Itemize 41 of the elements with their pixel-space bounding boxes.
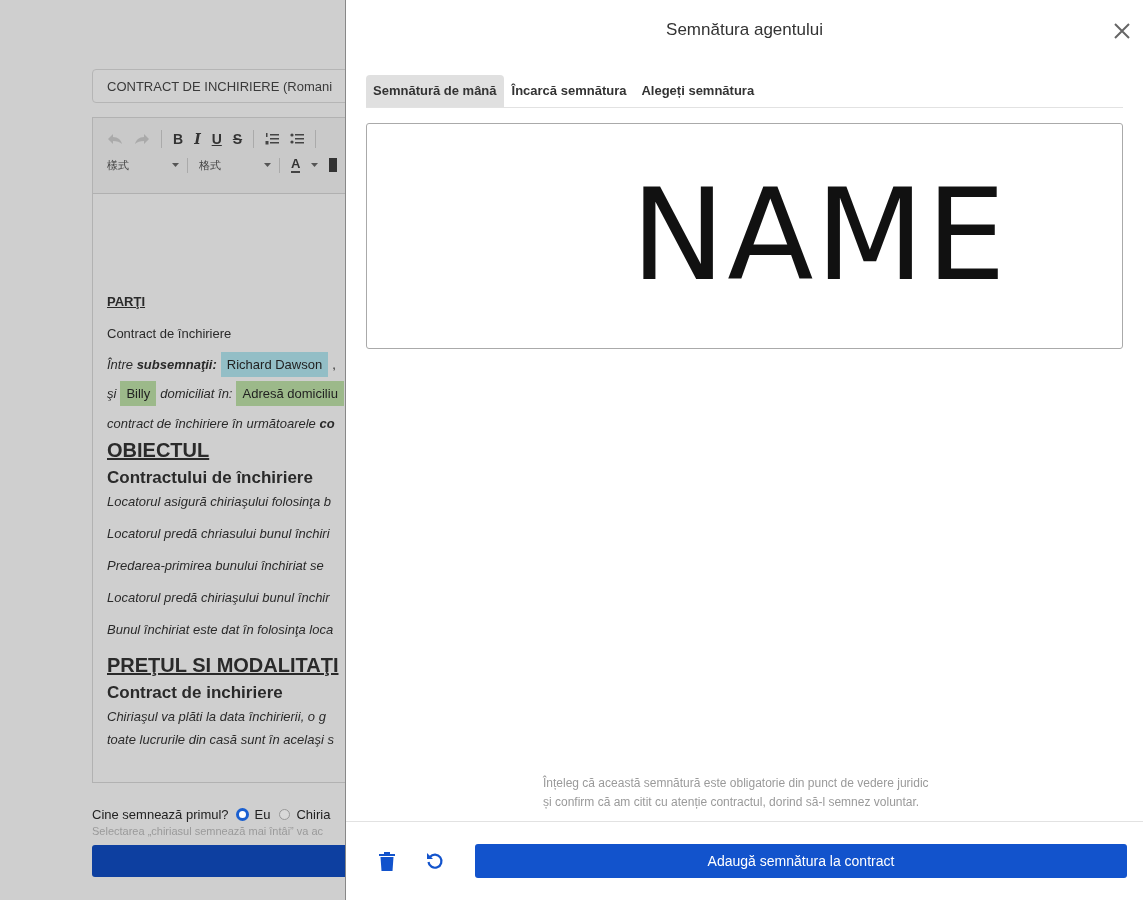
consent-text: și confirm că am citit cu atenție contractul, dorind să-l semnez voluntar. bbox=[543, 794, 921, 811]
format-button[interactable]: S bbox=[232, 131, 243, 147]
font-color-button[interactable]: A bbox=[291, 157, 301, 173]
paragraph: Locatorul predă chiriaşului bunul închir bbox=[107, 590, 331, 605]
tab[interactable]: Alegeți semnătura bbox=[634, 75, 762, 107]
drawer-title: Semnătura agentului bbox=[666, 20, 823, 40]
format-button[interactable]: I bbox=[194, 131, 201, 147]
signer-question: Cine semnează primul? bbox=[92, 807, 229, 822]
paragraph-text: Între subsemnaţii: bbox=[107, 357, 217, 372]
tab[interactable]: Semnătură de mână bbox=[366, 75, 504, 107]
paragraph-text: şi bbox=[107, 386, 117, 401]
field-chip[interactable]: Richard Dawson bbox=[220, 352, 329, 377]
format-button[interactable]: U bbox=[211, 131, 222, 147]
paragraph: Locatorul predă chriasului bunul închiri bbox=[107, 526, 331, 541]
section-heading: OBIECTUL bbox=[107, 439, 211, 462]
field-chip[interactable]: Billy bbox=[120, 381, 157, 406]
paragraph: toate lucrurile din casă sunt în acelaşi s bbox=[107, 732, 335, 747]
paragraph: Bunul închiriat este dat în folosinţa loca bbox=[107, 622, 335, 637]
section-heading: PREŢUL SI MODALITAŢI bbox=[107, 654, 340, 677]
submit-button[interactable]: Adaugă semnătura la contract bbox=[475, 844, 1127, 878]
title-field[interactable]: CONTRACT DE INCHIRIERE (Romani bbox=[92, 69, 345, 103]
style-dropdown[interactable]: 格式 bbox=[199, 157, 280, 173]
field-chip[interactable]: Adresă domiciliu bbox=[236, 381, 344, 406]
paragraph: Predarea-primirea bunului închiriat se bbox=[107, 558, 325, 573]
handwritten-signature: NAME bbox=[631, 173, 1008, 299]
signature-pad[interactable]: NAME bbox=[366, 123, 1123, 349]
section-label: PARŢI bbox=[107, 294, 147, 309]
paragraph: Locatorul asigură chiriaşului folosinţa b bbox=[107, 494, 332, 509]
radio-label[interactable]: Chiria bbox=[296, 807, 331, 822]
subheading: Contract de inchiriere bbox=[107, 683, 284, 703]
style-dropdown[interactable]: 樣式 bbox=[107, 157, 188, 173]
consent-text: Înțeleg că această semnătură este obligatorie din punct de vedere juridic bbox=[543, 774, 930, 792]
paragraph-text: , bbox=[332, 357, 336, 372]
paragraph-text: domiciliat în: bbox=[160, 386, 233, 401]
paragraph: Contract de închiriere bbox=[107, 326, 233, 341]
paragraph: contract de închiriere în următoarele co bbox=[107, 416, 336, 431]
subheading: Contractului de închiriere bbox=[107, 468, 314, 488]
format-button[interactable]: B bbox=[173, 131, 184, 147]
tab[interactable]: Încarcă semnătura bbox=[504, 75, 634, 107]
paragraph: Chiriaşul va plăti la data închirierii, o g bbox=[107, 709, 327, 724]
radio-label[interactable]: Eu bbox=[254, 807, 271, 822]
